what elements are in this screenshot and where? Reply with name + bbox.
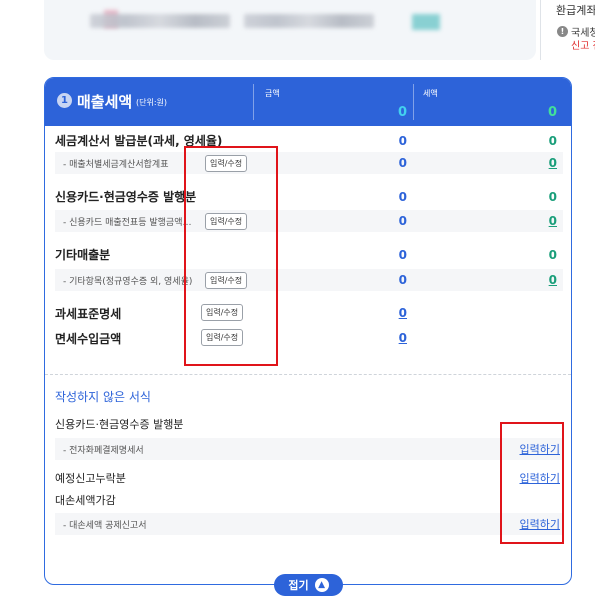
- bad-debt-label: 대손세액가감: [55, 494, 116, 507]
- other-sales-sub-amount: 0: [398, 273, 407, 287]
- info-warning-text: 신고 전: [571, 41, 595, 52]
- other-sales-sub-row: - 기타항목(정규영수증 외, 영세율): [55, 269, 563, 291]
- refund-account-title: 환급계좌: [556, 4, 595, 17]
- card-receipt-sub-label: - 신용카드 매출전표등 발행금액…: [63, 218, 192, 228]
- tax-invoice-amount: 0: [398, 134, 407, 148]
- card-receipt-sub-row: - 신용카드 매출전표등 발행금액…: [55, 210, 563, 232]
- highlight-box: [184, 146, 278, 366]
- column-divider: [413, 84, 414, 120]
- fold-button[interactable]: 접기 ▲: [274, 574, 343, 596]
- card-receipt-amount: 0: [398, 190, 407, 204]
- step-number-badge: 1: [57, 93, 72, 108]
- fold-button-label: 접기: [288, 579, 309, 592]
- sales-tax-panel: 1 매출세액 (단위:원) 금액 세액 0 0 세금계산서 발급분(과세, 영세…: [44, 77, 572, 585]
- taxpayer-info-card: [44, 0, 536, 60]
- tax-invoice-tax: 0: [548, 134, 557, 148]
- other-sales-amount: 0: [398, 248, 407, 262]
- highlight-box: [500, 422, 564, 544]
- blurred-content: [244, 14, 374, 28]
- tax-invoice-sub-label: - 매출처별세금계산서합계표: [63, 160, 169, 170]
- total-tax-value: 0: [547, 105, 557, 120]
- other-sales-sub-label: - 기타항목(정규영수증 외, 영세율): [63, 277, 193, 287]
- chevron-up-icon: ▲: [314, 578, 329, 592]
- other-sales-sub-tax-link[interactable]: 0: [549, 273, 557, 287]
- unit-label: (단위:원): [136, 98, 168, 107]
- bad-debt-sub-row: - 대손세액 공제신고서: [55, 513, 563, 535]
- tax-base-amount-link[interactable]: 0: [399, 306, 407, 320]
- tax-invoice-sub-tax-link[interactable]: 0: [549, 156, 557, 170]
- unwritten-card-sub-row: - 전자화폐결제명세서: [55, 438, 563, 460]
- exempt-income-label: 면세수입금액: [55, 332, 122, 346]
- e-money-statement-label: - 전자화폐결제명세서: [63, 446, 144, 456]
- card-receipt-sub-amount: 0: [398, 214, 407, 228]
- blurred-content: [90, 14, 230, 28]
- panel-header: 1 매출세액 (단위:원) 금액 세액 0 0: [45, 78, 571, 126]
- blurred-content: [412, 14, 440, 30]
- info-icon: !: [557, 26, 568, 37]
- divider: [540, 0, 541, 60]
- card-receipt-tax: 0: [548, 190, 557, 204]
- tax-base-label: 과세표준명세: [55, 307, 122, 321]
- prelim-omission-label: 예정신고누락분: [55, 472, 126, 485]
- exempt-income-amount-link[interactable]: 0: [399, 331, 407, 345]
- other-sales-tax: 0: [548, 248, 557, 262]
- tax-invoice-sub-amount: 0: [398, 156, 407, 170]
- panel-title: 매출세액: [77, 93, 133, 111]
- other-sales-label: 기타매출분: [55, 248, 111, 262]
- section-divider: [45, 374, 571, 375]
- tax-column-label: 세액: [423, 89, 438, 98]
- card-receipt-label: 신용카드·현금영수증 발행분: [55, 190, 197, 204]
- card-receipt-sub-tax-link[interactable]: 0: [549, 214, 557, 228]
- tax-invoice-sub-row: - 매출처별세금계산서합계표: [55, 152, 563, 174]
- unwritten-forms-title: 작성하지 않은 서식: [55, 390, 151, 404]
- amount-column-label: 금액: [265, 89, 280, 98]
- bad-debt-report-label: - 대손세액 공제신고서: [63, 521, 147, 531]
- column-divider: [253, 84, 254, 120]
- unwritten-card-label: 신용카드·현금영수증 발행분: [55, 418, 184, 431]
- total-amount-value: 0: [397, 105, 407, 120]
